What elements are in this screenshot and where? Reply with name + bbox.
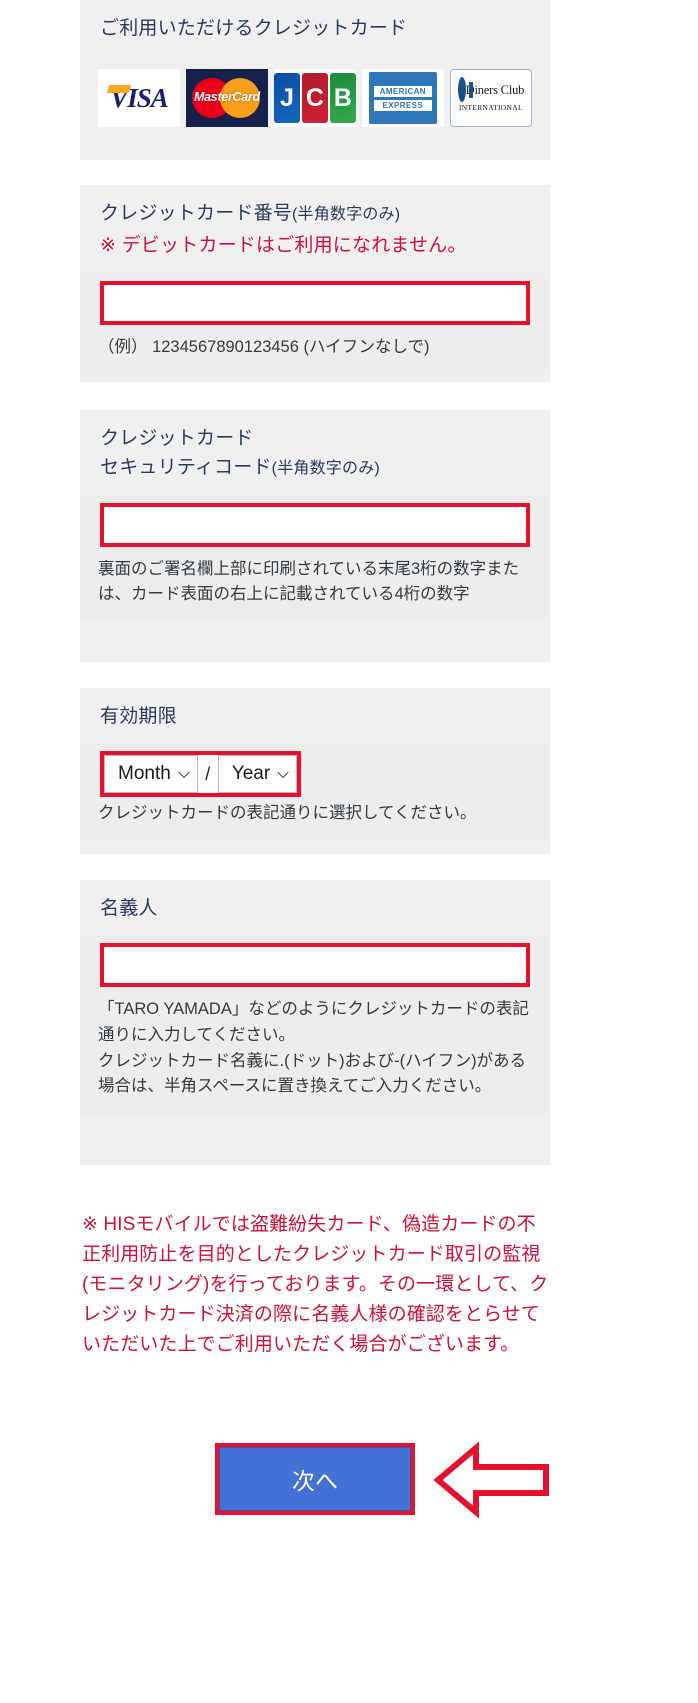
- jcb-letter-j: J: [273, 73, 300, 124]
- expiry-hint: クレジットカードの表記通りに選択してください。: [80, 801, 550, 841]
- card-number-label: クレジットカード番号(半角数字のみ) ※ デビットカードはご利用になれません。: [80, 185, 550, 273]
- accepted-cards-heading: ご利用いただけるクレジットカード: [100, 18, 408, 39]
- jcb-letter-b: B: [329, 73, 356, 124]
- chevron-down-icon: [277, 767, 289, 779]
- card-number-label-main: クレジットカード番号: [100, 203, 293, 224]
- cardholder-name-input[interactable]: [104, 947, 526, 984]
- security-code-field-area: [80, 494, 550, 557]
- expiry-month-select[interactable]: Month: [104, 755, 198, 794]
- expiry-block: 有効期限 Month / Year クレジットカードの表記通りに選択してください…: [80, 688, 550, 854]
- amex-logo-line1: AMERICAN: [373, 85, 432, 97]
- security-code-input[interactable]: [104, 506, 526, 543]
- cardholder-label: 名義人: [100, 898, 158, 919]
- expiry-label: 有効期限: [100, 706, 177, 727]
- diners-logo-line2: INTERNATIONAL: [458, 103, 523, 113]
- card-number-block: クレジットカード番号(半角数字のみ) ※ デビットカードはご利用になれません。 …: [80, 185, 550, 382]
- jcb-logo: J C B: [273, 69, 356, 128]
- cardholder-annotation-box: [100, 943, 530, 988]
- security-code-hint: 裏面のご署名欄上部に印刷されている末尾3桁の数字または、カード表面の右上に記載さ…: [80, 556, 550, 622]
- jcb-letter-c: C: [301, 73, 328, 124]
- submit-annotation-box: 次へ: [215, 1443, 415, 1515]
- cardholder-hint: 「TARO YAMADA」などのようにクレジットカードの表記通りに入力してくださ…: [80, 997, 550, 1114]
- credit-card-form-page: ご利用いただけるクレジットカード VISA MasterCard J C B A…: [0, 0, 698, 1703]
- expiry-field-area: Month / Year: [80, 743, 550, 802]
- card-logos-row: VISA MasterCard J C B AMERICAN EXPRESS D…: [80, 55, 550, 148]
- left-arrow-icon: [433, 1441, 549, 1519]
- monitoring-warning-text: ※ HISモバイルでは盗難紛失カード、偽造カードの不正利用防止を目的としたクレジ…: [82, 1214, 549, 1356]
- expiry-annotation-box: Month / Year: [100, 751, 302, 798]
- cardholder-block: 名義人 「TARO YAMADA」などのようにクレジットカードの表記通りに入力し…: [80, 880, 550, 1165]
- expiry-year-value: Year: [231, 763, 271, 785]
- diners-logo-line1: Diners Club: [465, 83, 525, 98]
- amex-logo-line2: EXPRESS: [373, 99, 432, 111]
- debit-card-note: ※ デビットカードはご利用になれません。: [100, 235, 467, 257]
- next-button[interactable]: 次へ: [219, 1447, 411, 1511]
- visa-logo-text: VISA: [110, 82, 169, 113]
- cardholder-field-area: [80, 935, 550, 998]
- chevron-down-icon: [178, 767, 190, 779]
- security-code-label-line1: クレジットカード: [100, 428, 254, 449]
- security-code-label-line2: セキュリティコード: [100, 457, 272, 479]
- card-number-annotation-box: [100, 280, 530, 325]
- security-code-annotation-box: [100, 502, 530, 547]
- security-code-label-suffix: (半角数字のみ): [271, 460, 380, 478]
- visa-logo: VISA: [98, 69, 180, 128]
- amex-logo: AMERICAN EXPRESS: [361, 69, 444, 128]
- expiry-separator: /: [197, 755, 218, 794]
- accepted-cards-block: ご利用いただけるクレジットカード VISA MasterCard J C B A…: [80, 0, 550, 160]
- expiry-year-select[interactable]: Year: [217, 755, 298, 794]
- security-code-block: クレジットカード セキュリティコード(半角数字のみ) 裏面のご署名欄上部に印刷さ…: [80, 410, 550, 662]
- card-number-field-area: [80, 272, 550, 335]
- diners-split-circle-icon: [457, 77, 466, 103]
- expiry-month-value: Month: [118, 763, 171, 785]
- card-number-hint: （例） 1234567890123456 (ハイフンなしで): [80, 334, 550, 375]
- left-arrow-annotation: [432, 1440, 552, 1520]
- security-code-label: クレジットカード セキュリティコード(半角数字のみ): [80, 410, 550, 495]
- card-number-label-suffix: (半角数字のみ): [292, 206, 401, 223]
- mastercard-logo-text: MasterCard: [194, 90, 260, 105]
- mastercard-logo: MasterCard: [185, 69, 268, 128]
- diners-club-logo: Diners Club INTERNATIONAL: [449, 69, 532, 128]
- card-number-input[interactable]: [104, 284, 526, 321]
